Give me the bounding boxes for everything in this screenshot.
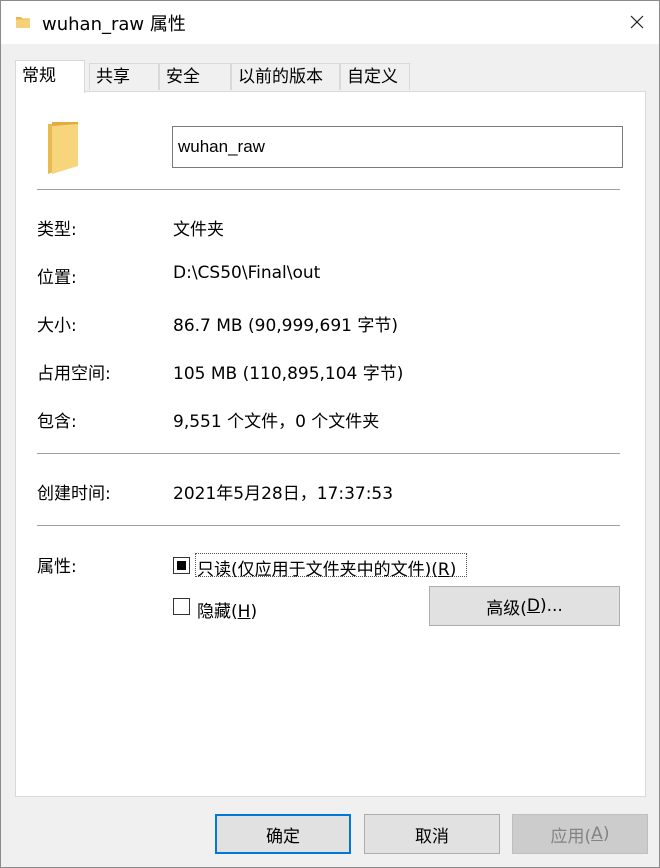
cancel-button[interactable]: 取消 — [364, 814, 500, 854]
tab-security[interactable]: 安全 — [159, 63, 231, 90]
size-value: 86.7 MB (90,999,691 字节) — [173, 316, 398, 336]
close-button[interactable] — [614, 0, 660, 44]
tab-general[interactable]: 常规 — [15, 60, 85, 93]
tab-previous-versions[interactable]: 以前的版本 — [231, 63, 340, 90]
apply-button[interactable]: 应用(A) — [512, 814, 648, 854]
folder-icon — [44, 120, 80, 181]
type-value: 文件夹 — [173, 220, 224, 240]
location-value: D:\CS50\Final\out — [173, 263, 321, 283]
title-bar: wuhan_raw 属性 — [0, 0, 660, 44]
attributes-label: 属性: — [37, 557, 77, 577]
hidden-label[interactable]: 隐藏(H) — [197, 597, 257, 622]
size-on-disk-label: 占用空间: — [37, 364, 111, 384]
location-label: 位置: — [37, 268, 77, 288]
folder-icon — [15, 14, 31, 35]
tab-customize[interactable]: 自定义 — [340, 63, 410, 90]
divider — [37, 453, 620, 454]
created-value: 2021年5月28日，17:37:53 — [173, 484, 394, 504]
contains-value: 9,551 个文件，0 个文件夹 — [173, 412, 380, 432]
readonly-label[interactable]: 只读(仅应用于文件夹中的文件)(R) — [197, 555, 456, 580]
size-on-disk-value: 105 MB (110,895,104 字节) — [173, 364, 404, 384]
tab-sharing[interactable]: 共享 — [89, 63, 159, 90]
folder-name-input[interactable] — [172, 126, 623, 168]
advanced-button[interactable]: 高级(D)... — [429, 586, 620, 626]
close-icon — [630, 15, 644, 29]
type-label: 类型: — [37, 220, 77, 240]
contains-label: 包含: — [37, 412, 77, 432]
divider — [37, 525, 620, 526]
readonly-checkbox[interactable] — [173, 557, 190, 574]
hidden-checkbox[interactable] — [173, 598, 190, 615]
size-label: 大小: — [37, 316, 77, 336]
created-label: 创建时间: — [37, 484, 111, 504]
ok-button[interactable]: 确定 — [215, 814, 351, 854]
general-panel — [15, 91, 646, 797]
divider — [37, 189, 620, 190]
window-title: wuhan_raw 属性 — [42, 14, 186, 35]
